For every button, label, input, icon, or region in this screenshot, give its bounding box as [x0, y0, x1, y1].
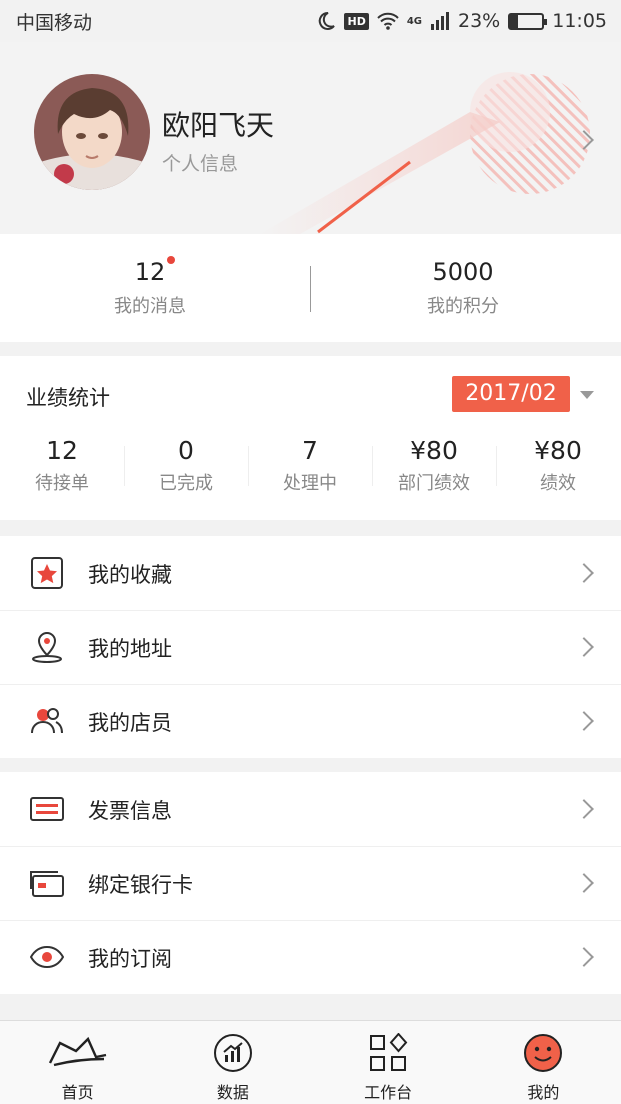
metric-value: 12 — [46, 436, 78, 465]
date-selector[interactable]: 2017/02 — [452, 376, 570, 412]
menu-group-account: 我的收藏 我的地址 我的店员 — [0, 536, 621, 758]
menu-group-finance: 发票信息 绑定银行卡 我的订阅 — [0, 772, 621, 994]
bottom-tab-bar: 首页 数据 工作台 我的 — [0, 1020, 621, 1104]
network-type-label: 4G — [406, 15, 422, 27]
status-icons: HD 4G 23% 11:05 — [316, 10, 607, 32]
dropdown-arrow-icon[interactable] — [580, 391, 594, 399]
moon-icon — [319, 11, 336, 30]
wifi-icon — [377, 12, 399, 30]
menu-item-favorites[interactable]: 我的收藏 — [0, 536, 621, 610]
tab-label: 首页 — [61, 1083, 94, 1102]
menu-item-address[interactable]: 我的地址 — [0, 610, 621, 684]
chevron-right-icon — [574, 799, 594, 819]
menu-item-invoice[interactable]: 发票信息 — [0, 772, 621, 846]
chevron-right-icon — [574, 637, 594, 657]
clock: 11:05 — [552, 10, 607, 32]
metric-value: ¥80 — [534, 436, 582, 465]
profile-info-link[interactable]: 个人信息 — [162, 149, 238, 176]
points-count: 5000 — [432, 258, 494, 286]
metric-label: 已完成 — [159, 473, 213, 494]
metric-department-performance[interactable]: ¥80 部门绩效 — [372, 436, 496, 495]
carrier-label: 中国移动 — [16, 11, 93, 34]
profile-header[interactable]: 欧阳飞天 个人信息 — [0, 42, 621, 234]
menu-item-subscription[interactable]: 我的订阅 — [0, 920, 621, 994]
menu-item-staff[interactable]: 我的店员 — [0, 684, 621, 758]
messages-count-value: 12 — [134, 258, 166, 286]
signal-icon — [431, 12, 449, 30]
stat-messages[interactable]: 12 我的消息 — [0, 256, 300, 318]
performance-title: 业绩统计 — [26, 386, 110, 410]
location-pin-icon — [32, 631, 62, 663]
metric-label: 部门绩效 — [398, 473, 470, 494]
chevron-right-icon — [574, 711, 594, 731]
messages-count: 12 — [134, 256, 176, 286]
tab-data[interactable]: 数据 — [155, 1021, 310, 1104]
metric-value: ¥80 — [410, 436, 458, 465]
bank-card-icon — [30, 871, 64, 897]
invoice-icon — [30, 797, 64, 821]
stats-bar: 12 我的消息 5000 我的积分 — [0, 234, 621, 342]
tab-mine[interactable]: 我的 — [466, 1021, 621, 1104]
avatar[interactable] — [34, 74, 150, 190]
workbench-grid-icon — [370, 1033, 408, 1071]
metric-value: 7 — [302, 436, 318, 465]
avatar-image — [34, 74, 150, 190]
metric-label: 绩效 — [540, 473, 576, 494]
menu-item-label: 绑定银行卡 — [88, 873, 193, 897]
metric-value: 0 — [178, 436, 194, 465]
unread-dot-icon — [167, 256, 176, 264]
menu-item-label: 我的收藏 — [88, 563, 172, 587]
tab-label: 数据 — [216, 1083, 249, 1102]
battery-fill — [510, 14, 518, 28]
data-chart-icon — [213, 1034, 252, 1072]
star-icon — [31, 557, 63, 589]
menu-item-bank-card[interactable]: 绑定银行卡 — [0, 846, 621, 920]
status-bar: 中国移动 HD 4G 23% 11:05 — [0, 0, 621, 42]
menu-item-label: 我的订阅 — [88, 947, 172, 971]
tab-workbench[interactable]: 工作台 — [311, 1021, 466, 1104]
menu-item-label: 发票信息 — [88, 799, 172, 823]
chevron-right-icon — [574, 947, 594, 967]
metric-completed[interactable]: 0 已完成 — [124, 436, 248, 495]
points-label: 我的积分 — [427, 296, 499, 317]
metric-label: 待接单 — [35, 473, 89, 494]
metric-label: 处理中 — [283, 473, 337, 494]
menu-item-label: 我的店员 — [88, 711, 172, 735]
hd-badge: HD — [344, 12, 369, 30]
metric-performance[interactable]: ¥80 绩效 — [496, 436, 620, 495]
profile-name: 欧阳飞天 — [162, 109, 275, 142]
eye-icon — [30, 945, 64, 969]
battery-percent: 23% — [458, 10, 501, 32]
tab-label: 我的 — [527, 1083, 560, 1102]
stat-points[interactable]: 5000 我的积分 — [313, 258, 613, 318]
home-hat-icon — [48, 1036, 106, 1067]
messages-label: 我的消息 — [114, 296, 186, 317]
performance-card: 业绩统计 2017/02 12 待接单 0 已完成 7 处理中 ¥80 部门绩效… — [0, 356, 621, 520]
staff-icon — [31, 708, 63, 734]
metric-processing[interactable]: 7 处理中 — [248, 436, 372, 495]
tab-home[interactable]: 首页 — [0, 1021, 155, 1104]
smiley-icon — [524, 1034, 563, 1072]
stats-divider — [310, 266, 311, 312]
chevron-right-icon — [574, 563, 594, 583]
battery-icon — [508, 12, 548, 30]
chevron-right-icon — [574, 873, 594, 893]
menu-item-label: 我的地址 — [88, 637, 172, 661]
tab-label: 工作台 — [364, 1083, 413, 1102]
metric-pending[interactable]: 12 待接单 — [0, 436, 124, 495]
